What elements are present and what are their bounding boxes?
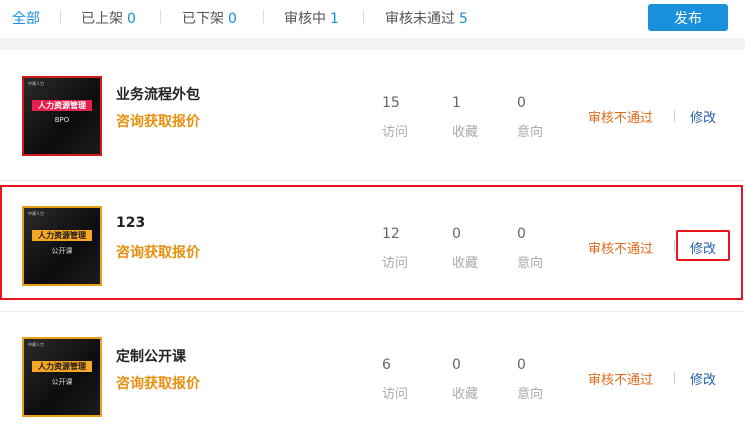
status-text: 审核不通过	[588, 111, 654, 126]
tab-delisted-count: 0	[228, 11, 237, 27]
thumbnail-subtitle: 公开课	[51, 378, 73, 386]
tab-all[interactable]: 全部	[12, 8, 40, 28]
tab-divider	[160, 10, 161, 24]
tab-delisted[interactable]: 已下架 0	[182, 8, 237, 28]
status-text: 审核不通过	[588, 373, 654, 388]
inquiry-price-link[interactable]: 咨询获取报价	[116, 242, 200, 262]
product-title[interactable]: 123	[116, 215, 145, 231]
tab-rejected[interactable]: 审核未通过 5	[385, 8, 468, 28]
tab-listed-count: 0	[127, 11, 136, 27]
thumbnail-brand: 中建人力	[28, 342, 44, 347]
visits-label: 访问	[382, 387, 409, 402]
thumbnail-subtitle: BPO	[54, 116, 70, 124]
thumbnail-brand: 中建人力	[28, 211, 44, 216]
thumbnail-banner: 人力资源管理	[32, 361, 92, 372]
tab-all-label: 全部	[12, 11, 40, 27]
product-thumbnail[interactable]: 中建人力 人力资源管理 公开课	[22, 206, 102, 286]
thumbnail-subtitle: 公开课	[51, 247, 73, 255]
tab-rejected-count: 5	[459, 11, 468, 27]
thumbnail-banner: 人力资源管理	[32, 100, 92, 111]
list-item: 中建人力 人力资源管理 公开课 定制公开课 咨询获取报价 6 访问 0 收藏 0…	[0, 312, 745, 432]
intent-count: 0	[517, 357, 526, 373]
favorites-label: 收藏	[452, 387, 479, 402]
section-divider	[0, 38, 745, 50]
tab-listed-label: 已上架	[81, 11, 123, 27]
product-thumbnail[interactable]: 中建人力 人力资源管理 BPO	[22, 76, 102, 156]
edit-link[interactable]: 修改	[690, 238, 716, 257]
edit-link[interactable]: 修改	[690, 369, 716, 388]
favorites-count: 0	[452, 357, 461, 373]
favorites-count: 1	[452, 95, 461, 111]
product-thumbnail[interactable]: 中建人力 人力资源管理 公开课	[22, 337, 102, 417]
action-divider	[674, 110, 675, 122]
intent-count: 0	[517, 226, 526, 242]
tab-rejected-label: 审核未通过	[385, 11, 455, 27]
intent-label: 意向	[517, 387, 544, 402]
action-divider	[674, 372, 675, 384]
visits-label: 访问	[382, 125, 409, 140]
intent-count: 0	[517, 95, 526, 111]
tab-divider	[363, 10, 364, 24]
favorites-count: 0	[452, 226, 461, 242]
tab-divider	[60, 10, 61, 24]
list-item: 中建人力 人力资源管理 公开课 123 咨询获取报价 12 访问 0 收藏 0 …	[0, 181, 745, 301]
inquiry-price-link[interactable]: 咨询获取报价	[116, 373, 200, 393]
tab-reviewing[interactable]: 审核中 1	[284, 8, 339, 28]
publish-button[interactable]: 发布	[648, 4, 728, 31]
favorites-label: 收藏	[452, 256, 479, 271]
visits-count: 15	[382, 95, 400, 111]
intent-label: 意向	[517, 256, 544, 271]
tab-reviewing-count: 1	[330, 11, 339, 27]
thumbnail-brand: 中建人力	[28, 81, 44, 86]
product-title[interactable]: 定制公开课	[116, 346, 186, 366]
visits-label: 访问	[382, 256, 409, 271]
favorites-label: 收藏	[452, 125, 479, 140]
thumbnail-banner: 人力资源管理	[32, 230, 92, 241]
action-divider	[674, 241, 675, 253]
visits-count: 6	[382, 357, 391, 373]
edit-link[interactable]: 修改	[690, 107, 716, 126]
tab-reviewing-label: 审核中	[284, 11, 326, 27]
tab-delisted-label: 已下架	[182, 11, 224, 27]
list-item: 中建人力 人力资源管理 BPO 业务流程外包 咨询获取报价 15 访问 1 收藏…	[0, 50, 745, 170]
tab-divider	[263, 10, 264, 24]
visits-count: 12	[382, 226, 400, 242]
tab-listed[interactable]: 已上架 0	[81, 8, 136, 28]
inquiry-price-link[interactable]: 咨询获取报价	[116, 111, 200, 131]
product-title[interactable]: 业务流程外包	[116, 84, 200, 104]
status-tab-bar: 全部 已上架 0 已下架 0 审核中 1 审核未通过 5 发布	[0, 0, 745, 34]
status-text: 审核不通过	[588, 242, 654, 257]
intent-label: 意向	[517, 125, 544, 140]
